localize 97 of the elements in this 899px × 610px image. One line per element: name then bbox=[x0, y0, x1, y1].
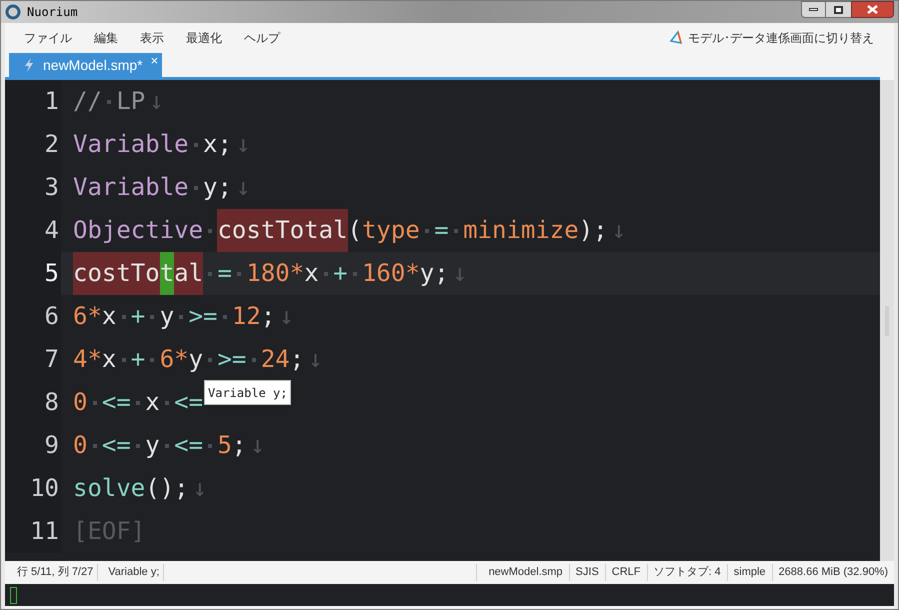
code-token: 6* bbox=[160, 344, 189, 375]
code-token: 0 bbox=[73, 387, 88, 418]
line-number: 8 bbox=[5, 381, 61, 424]
code-token: >= bbox=[217, 344, 246, 375]
code-token: <= bbox=[102, 387, 131, 418]
minimize-button[interactable] bbox=[801, 1, 826, 18]
switch-view-button[interactable]: モデル･データ連係画面に切り替え bbox=[668, 29, 874, 47]
code-token: ; bbox=[260, 301, 276, 332]
code-token: y; bbox=[420, 258, 449, 289]
code-token: y bbox=[145, 430, 160, 461]
line-end-arrow: ↓ bbox=[308, 344, 323, 375]
code-token: 5 bbox=[217, 430, 232, 461]
tooltip: Variable y; bbox=[204, 380, 292, 405]
console-cursor bbox=[10, 586, 17, 604]
status-text: ソフトタブ: 4 bbox=[648, 564, 728, 581]
menu-item[interactable]: ヘルプ bbox=[243, 29, 281, 47]
app-logo-icon bbox=[5, 4, 21, 20]
line-number: 2 bbox=[5, 123, 61, 166]
code-token: y bbox=[160, 301, 174, 332]
lightning-icon bbox=[23, 58, 35, 72]
window-title: Nuorium bbox=[27, 4, 78, 21]
code-token: ); bbox=[578, 215, 608, 246]
line-end-arrow: ↓ bbox=[192, 473, 208, 504]
line-end-arrow: ↓ bbox=[612, 215, 626, 246]
status-text: SJIS bbox=[570, 564, 606, 581]
code-token: 6* bbox=[73, 301, 102, 332]
code-token: costTo bbox=[73, 252, 160, 295]
code-token: costTotal bbox=[217, 209, 348, 252]
code-token: >= bbox=[188, 301, 218, 332]
code-token: type bbox=[362, 215, 420, 246]
line-end-arrow: ↓ bbox=[250, 430, 265, 461]
maximize-button[interactable] bbox=[826, 1, 851, 18]
status-text: Variable y; bbox=[104, 564, 164, 581]
line-number: 4 bbox=[5, 209, 61, 252]
close-button[interactable] bbox=[851, 1, 894, 18]
code-token: (); bbox=[145, 473, 189, 504]
code-token: ( bbox=[348, 215, 362, 246]
code-token: ; bbox=[232, 430, 246, 461]
code-token: // bbox=[73, 86, 102, 117]
menu-item[interactable]: ファイル bbox=[23, 29, 73, 47]
cursor-character: t bbox=[160, 252, 174, 295]
code-token: Objective bbox=[73, 215, 204, 246]
status-text: 2688.66 MiB (32.90%) bbox=[778, 565, 889, 580]
code-token: ; bbox=[290, 344, 304, 375]
code-token: x; bbox=[203, 129, 232, 160]
line-end-arrow: ↓ bbox=[236, 129, 250, 160]
line-number: 9 bbox=[5, 424, 61, 467]
code-token: + bbox=[333, 258, 348, 289]
status-text: simple bbox=[728, 564, 773, 581]
code-token: x bbox=[145, 387, 160, 418]
code-token: 4* bbox=[73, 344, 102, 375]
code-token: solve bbox=[73, 473, 146, 504]
code-token: x bbox=[102, 301, 116, 332]
code-token: 0 bbox=[73, 430, 88, 461]
menu-item[interactable]: 表示 bbox=[139, 29, 165, 47]
status-text: 行 5/11, 列 7/27 bbox=[13, 564, 98, 581]
line-number: 10 bbox=[5, 467, 61, 510]
line-number: 3 bbox=[5, 166, 61, 209]
menu-item[interactable]: 編集 bbox=[93, 29, 119, 47]
line-number: 6 bbox=[5, 295, 61, 338]
line-number: 5 bbox=[5, 252, 61, 295]
code-token: <= bbox=[174, 430, 204, 461]
eof-marker: [EOF] bbox=[73, 516, 146, 547]
code-token: 160* bbox=[362, 258, 420, 289]
line-end-arrow: ↓ bbox=[236, 172, 250, 203]
status-text: CRLF bbox=[606, 564, 648, 581]
tab-label: newModel.smp* bbox=[43, 56, 143, 75]
code-token: = bbox=[218, 258, 232, 289]
code-token: = bbox=[434, 215, 449, 246]
code-token: y; bbox=[203, 172, 232, 203]
menu-item[interactable]: 最適化 bbox=[185, 29, 223, 47]
status-text: newModel.smp bbox=[482, 564, 570, 581]
triangle-icon bbox=[668, 30, 684, 46]
code-editor[interactable] bbox=[5, 80, 880, 561]
line-end-arrow: ↓ bbox=[452, 258, 468, 289]
line-number: 1 bbox=[5, 80, 61, 123]
scrollbar[interactable] bbox=[880, 80, 894, 561]
code-token: <= bbox=[102, 430, 131, 461]
code-token: + bbox=[130, 344, 146, 375]
code-token: 24 bbox=[260, 344, 290, 375]
code-token: x bbox=[304, 258, 319, 289]
code-token: al bbox=[174, 252, 204, 295]
code-token: + bbox=[130, 301, 146, 332]
line-end-arrow: ↓ bbox=[149, 86, 164, 117]
code-token: 12 bbox=[232, 301, 261, 332]
code-token: y bbox=[188, 344, 204, 375]
line-number: 11 bbox=[5, 510, 61, 553]
code-token: 180* bbox=[246, 258, 304, 289]
code-token: x bbox=[102, 344, 116, 375]
code-token: <= bbox=[174, 387, 204, 418]
close-icon bbox=[867, 5, 878, 14]
line-number: 7 bbox=[5, 338, 61, 381]
code-token: LP bbox=[116, 86, 146, 117]
code-token: Variable bbox=[73, 172, 189, 203]
code-token: minimize bbox=[463, 215, 579, 246]
code-token: Variable bbox=[73, 129, 189, 160]
line-end-arrow: ↓ bbox=[279, 301, 294, 332]
